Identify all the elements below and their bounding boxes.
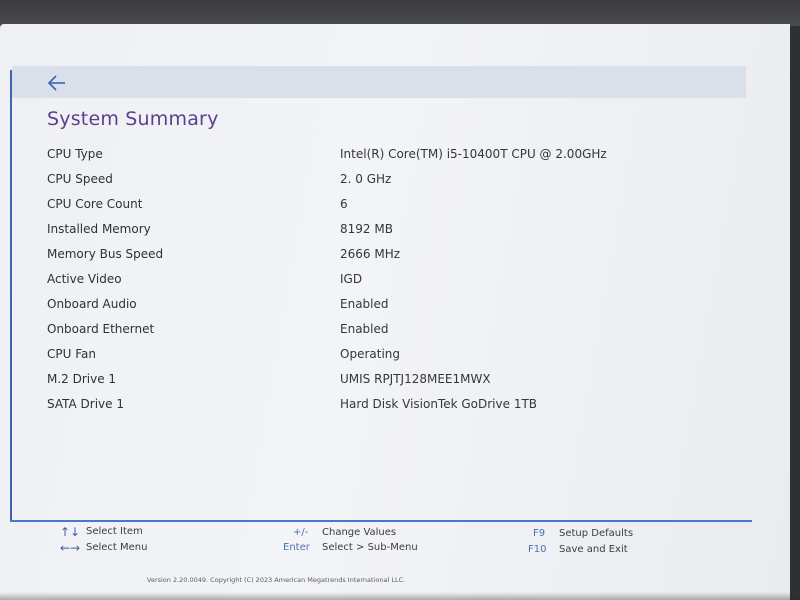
summary-row-sata-drive-1: SATA Drive 1 Hard Disk VisionTek GoDrive…	[47, 392, 747, 417]
summary-row-active-video: Active Video IGD	[47, 267, 747, 292]
summary-row-installed-memory: Installed Memory 8192 MB	[47, 217, 747, 242]
page-title: System Summary	[47, 108, 219, 130]
summary-value: Hard Disk VisionTek GoDrive 1TB	[340, 397, 538, 411]
copyright-notice: Version 2.20.0049. Copyright (C) 2023 Am…	[147, 576, 406, 584]
summary-label: CPU Speed	[47, 172, 113, 186]
key-f9: F9	[533, 528, 546, 539]
summary-value: UMIS RPJTJ128MEE1MWX	[340, 372, 491, 386]
hint-select-item: Select Item	[86, 526, 143, 537]
summary-value: IGD	[340, 272, 363, 286]
summary-row-m2-drive-1: M.2 Drive 1 UMIS RPJTJ128MEE1MWX	[47, 367, 747, 392]
summary-row-memory-bus-speed: Memory Bus Speed 2666 MHz	[47, 242, 747, 267]
summary-label: Onboard Ethernet	[47, 322, 155, 336]
summary-value: 2. 0 GHz	[340, 172, 392, 186]
summary-label: Active Video	[47, 272, 122, 286]
summary-row-cpu-core-count: CPU Core Count 6	[47, 192, 747, 217]
summary-label: Memory Bus Speed	[47, 247, 164, 261]
summary-row-cpu-speed: CPU Speed 2. 0 GHz	[47, 167, 747, 192]
summary-row-onboard-ethernet: Onboard Ethernet Enabled	[47, 317, 747, 342]
key-enter: Enter	[283, 542, 310, 553]
summary-label: Installed Memory	[47, 222, 151, 236]
key-f10: F10	[528, 544, 547, 555]
summary-label: CPU Core Count	[47, 197, 143, 211]
summary-row-cpu-type: CPU Type Intel(R) Core(TM) i5-10400T CPU…	[47, 142, 747, 167]
summary-value: Intel(R) Core(TM) i5-10400T CPU @ 2.00GH…	[340, 147, 607, 161]
left-right-arrows-icon: ←→	[60, 541, 81, 555]
summary-label: SATA Drive 1	[47, 397, 124, 411]
summary-row-onboard-audio: Onboard Audio Enabled	[47, 292, 747, 317]
summary-list: CPU Type Intel(R) Core(TM) i5-10400T CPU…	[47, 142, 747, 417]
left-accent-rule	[10, 70, 12, 520]
summary-value: 8192 MB	[340, 222, 393, 236]
summary-label: M.2 Drive 1	[47, 372, 117, 386]
summary-label: CPU Fan	[47, 347, 96, 361]
summary-value: Operating	[340, 347, 400, 361]
arrow-left-icon	[47, 75, 65, 91]
header-bar	[12, 66, 746, 98]
summary-value: 2666 MHz	[340, 247, 401, 261]
hint-select-submenu: Select > Sub-Menu	[322, 542, 418, 553]
summary-label: Onboard Audio	[47, 297, 137, 311]
up-down-arrows-icon: ↑↓	[60, 525, 81, 539]
hint-setup-defaults: Setup Defaults	[559, 528, 634, 539]
summary-row-cpu-fan: CPU Fan Operating	[47, 342, 747, 367]
summary-value: Enabled	[340, 322, 389, 336]
summary-label: CPU Type	[47, 147, 103, 161]
key-plus-minus: +/-	[293, 527, 309, 538]
summary-value: 6	[340, 197, 348, 211]
hint-save-exit: Save and Exit	[559, 544, 628, 555]
hint-select-menu: Select Menu	[86, 542, 148, 553]
back-button[interactable]	[46, 73, 68, 93]
footer-divider	[10, 520, 752, 522]
summary-value: Enabled	[340, 297, 389, 311]
bottom-shadow	[0, 592, 800, 600]
hint-change-values: Change Values	[322, 527, 397, 538]
monitor-bezel	[0, 0, 800, 26]
